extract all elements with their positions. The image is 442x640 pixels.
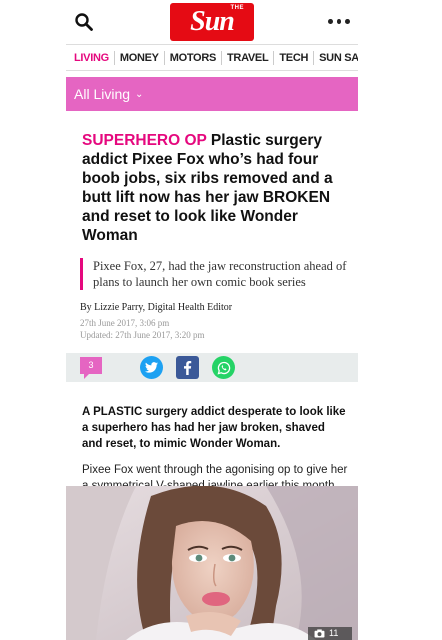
twitter-icon	[145, 362, 158, 373]
camera-icon	[314, 629, 325, 638]
article-byline: By Lizzie Parry, Digital Health Editor	[80, 302, 233, 313]
woman-portrait-image	[66, 486, 358, 640]
nav-item-motors[interactable]: MOTORS	[163, 50, 221, 65]
twitter-share-button[interactable]	[140, 356, 163, 379]
article-lead: A PLASTIC surgery addict desperate to lo…	[82, 406, 346, 450]
nav-item-sun-savers[interactable]: SUN SAVERS	[313, 50, 358, 65]
headline-kicker: SUPERHERO OP	[82, 132, 207, 149]
facebook-share-button[interactable]	[176, 356, 199, 379]
section-label: All Living	[74, 86, 131, 102]
the-sun-logo[interactable]: THE Sun	[170, 3, 254, 41]
whatsapp-icon	[217, 361, 230, 374]
article-standfirst: Pixee Fox, 27, had the jaw reconstructio…	[80, 258, 348, 290]
top-bar: THE Sun	[66, 0, 358, 44]
section-nav: LIVING MONEY MOTORS TRAVEL TECH SUN SAVE…	[66, 44, 358, 71]
search-button[interactable]	[74, 12, 94, 32]
nav-item-tech[interactable]: TECH	[273, 50, 313, 65]
article-headline: SUPERHERO OP Plastic surgery addict Pixee…	[82, 131, 348, 245]
updated-date: Updated: 27th June 2017, 3:20 pm	[80, 330, 205, 340]
whatsapp-share-button[interactable]	[212, 356, 235, 379]
article-photo[interactable]: 11	[66, 486, 358, 640]
all-living-dropdown[interactable]: All Living ⌄	[66, 77, 358, 111]
facebook-icon	[184, 360, 192, 375]
share-bar: 3	[66, 353, 358, 382]
published-date: 27th June 2017, 3:06 pm	[80, 318, 170, 328]
search-icon	[75, 13, 93, 31]
nav-item-travel[interactable]: TRAVEL	[221, 50, 273, 65]
article-dates: 27th June 2017, 3:06 pm Updated: 27th Ju…	[80, 317, 348, 341]
more-dots-icon[interactable]	[328, 14, 351, 28]
comments-button[interactable]: 3	[80, 357, 102, 379]
chevron-down-icon: ⌄	[135, 88, 144, 100]
logo-sun-text: Sun	[190, 6, 235, 37]
nav-item-living[interactable]: LIVING	[66, 51, 114, 65]
nav-item-money[interactable]: MONEY	[113, 50, 164, 65]
gallery-badge[interactable]: 11	[308, 627, 352, 640]
article-page: THE Sun LIVING MONEY MOTORS TRAVEL TECH …	[66, 0, 358, 640]
gallery-count: 11	[329, 628, 339, 638]
comment-count: 3	[88, 360, 94, 370]
